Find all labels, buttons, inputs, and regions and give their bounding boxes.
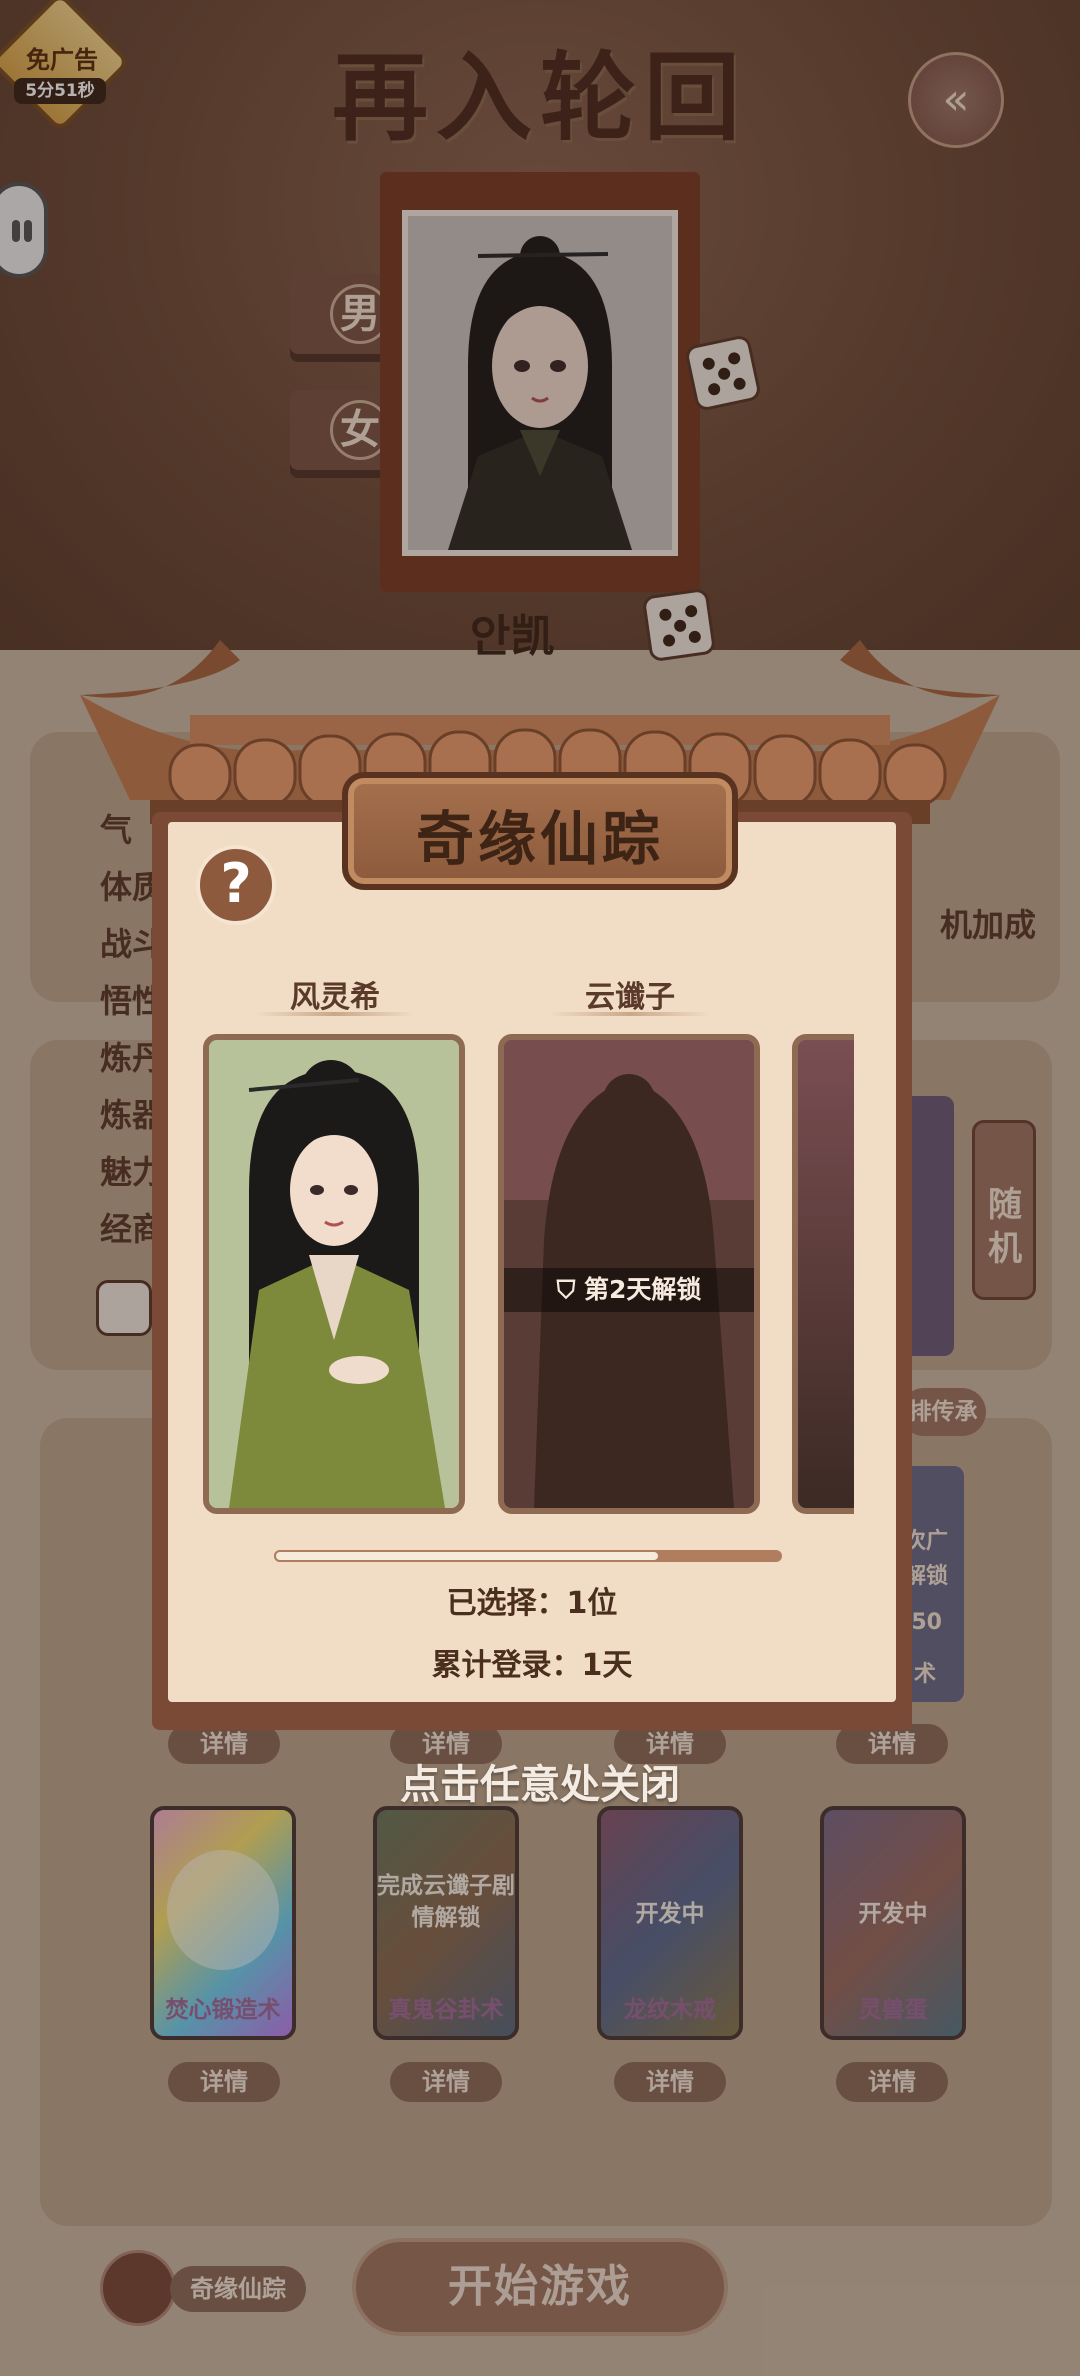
selected-count: 已选择：1位 xyxy=(446,1586,618,1621)
name-divider xyxy=(255,1012,415,1016)
character-name-label: 云谶子 xyxy=(585,980,675,1015)
unlock-day-tag: ⛉ 第2天解锁 xyxy=(504,1268,754,1312)
character-card-locked[interactable]: ⛉ 第2天解锁 xyxy=(498,1034,760,1514)
character-name-label: 风灵希 xyxy=(290,980,380,1015)
question-mark-icon: ? xyxy=(220,852,252,915)
name-divider xyxy=(550,1012,710,1016)
lock-icon: ⛉ xyxy=(556,1275,585,1304)
help-button[interactable]: ? xyxy=(196,845,276,925)
modal-title: 奇缘仙踪 xyxy=(415,805,664,873)
character-card-partial[interactable] xyxy=(792,1034,854,1514)
login-days: 累计登录：1天 xyxy=(431,1648,633,1683)
carousel-scroll-thumb[interactable] xyxy=(274,1550,661,1562)
close-hint[interactable]: 点击任意处关闭 xyxy=(0,1752,1080,1810)
unlock-day-text: 第2天解锁 xyxy=(584,1275,702,1304)
character-card[interactable] xyxy=(203,1034,465,1514)
